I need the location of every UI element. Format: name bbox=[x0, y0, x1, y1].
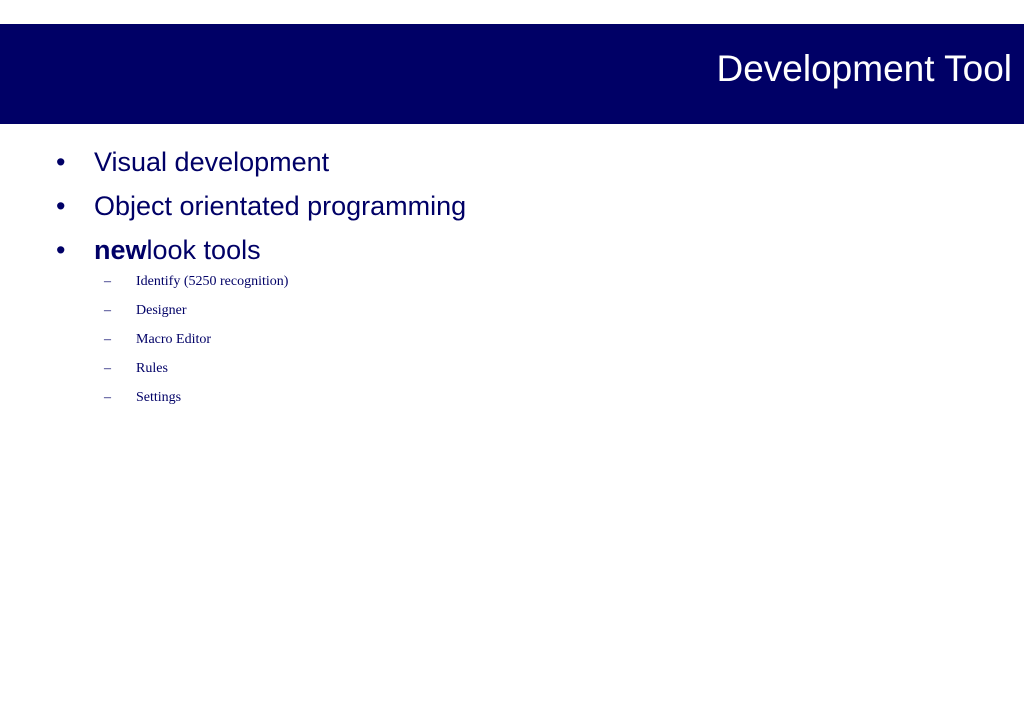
bullet-text: Object orientated programming bbox=[94, 191, 467, 221]
subbullet-marker: – bbox=[104, 303, 111, 318]
subbullet-text: Rules bbox=[136, 361, 168, 376]
subbullet-marker: – bbox=[104, 361, 111, 376]
bullet-marker: • bbox=[56, 191, 66, 221]
bullet-list: • Visual development • Object orientated… bbox=[56, 145, 956, 277]
subbullet-text: Identify (5250 recognition) bbox=[136, 274, 289, 289]
slide-title: Development Tool bbox=[716, 48, 1013, 89]
subbullet-marker: – bbox=[104, 274, 111, 289]
subbullet-text: Settings bbox=[136, 390, 182, 405]
subbullet-marker: – bbox=[104, 332, 111, 347]
bullet-marker: • bbox=[56, 147, 66, 177]
bullet-item: • Object orientated programming bbox=[56, 189, 956, 233]
subbullet-text: Designer bbox=[136, 303, 187, 318]
subbullet-marker: – bbox=[104, 390, 111, 405]
bullet-bold-text: new bbox=[94, 235, 147, 265]
bullet-text: Visual development bbox=[94, 147, 330, 177]
bullet-text-rest: look tools bbox=[146, 235, 261, 265]
subbullet-text: Macro Editor bbox=[136, 332, 212, 347]
bullet-item: • Visual development bbox=[56, 145, 956, 189]
bullet-text: newlook tools bbox=[94, 233, 261, 267]
bullet-marker: • bbox=[56, 235, 66, 265]
slide: Development Tool • Visual development • … bbox=[0, 0, 1024, 719]
